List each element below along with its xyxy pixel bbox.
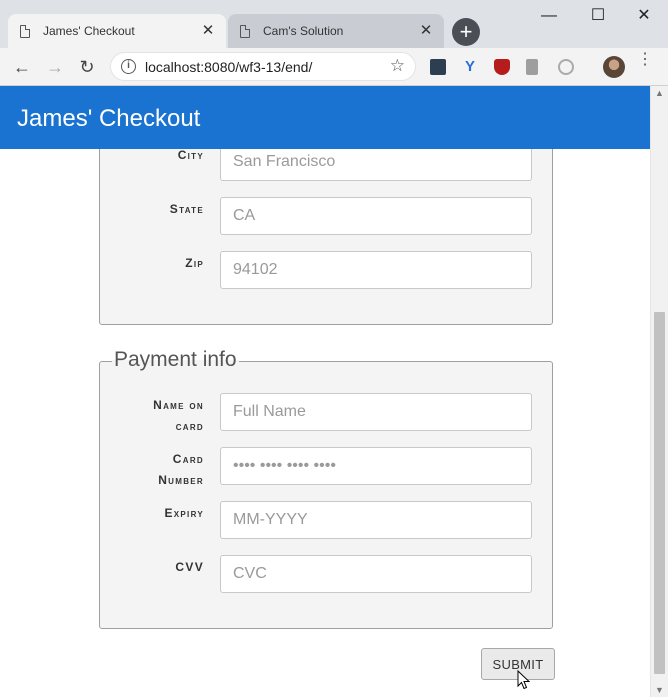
browser-menu-icon[interactable]: ⋮ bbox=[637, 52, 653, 68]
zip-label: Zip bbox=[185, 256, 204, 270]
vertical-scrollbar[interactable]: ▲ ▼ bbox=[650, 86, 668, 697]
reload-button[interactable]: ↻ bbox=[76, 56, 98, 78]
payment-legend: Payment info bbox=[112, 348, 239, 372]
bookmark-star-icon[interactable]: ☆ bbox=[390, 56, 405, 76]
tab-close-icon[interactable]: ✕ bbox=[200, 23, 216, 39]
scroll-up-arrow-icon[interactable]: ▲ bbox=[655, 88, 664, 98]
expiry-field[interactable] bbox=[220, 501, 532, 539]
card-number-label-line2: Number bbox=[158, 473, 204, 487]
address-bar[interactable]: i localhost:8080/wf3-13/end/ ☆ bbox=[110, 52, 416, 81]
ublock-icon[interactable] bbox=[494, 59, 510, 75]
state-label: State bbox=[169, 202, 204, 216]
app-header: James' Checkout bbox=[0, 86, 650, 149]
close-window-button[interactable]: ✕ bbox=[633, 6, 655, 26]
card-number-field[interactable] bbox=[220, 447, 532, 485]
new-tab-button[interactable]: + bbox=[452, 18, 480, 46]
expiry-label: Expiry bbox=[164, 506, 204, 520]
tab-close-icon[interactable]: ✕ bbox=[418, 23, 434, 39]
page-title: James' Checkout bbox=[17, 105, 201, 132]
tab-title: Cam's Solution bbox=[263, 24, 344, 38]
ext-circle-icon[interactable] bbox=[558, 59, 574, 75]
maximize-button[interactable]: ☐ bbox=[587, 6, 609, 26]
name-on-card-field[interactable] bbox=[220, 393, 532, 431]
name-on-card-label-line2: card bbox=[175, 419, 204, 433]
cvv-field[interactable] bbox=[220, 555, 532, 593]
state-field[interactable] bbox=[220, 197, 532, 235]
ext-dark-square-icon[interactable] bbox=[430, 59, 446, 75]
name-on-card-label: Name on card bbox=[100, 395, 204, 437]
ext-v-icon[interactable]: Y bbox=[462, 59, 478, 75]
document-icon bbox=[240, 24, 250, 38]
name-on-card-label-line1: Name on bbox=[153, 398, 204, 412]
zip-field[interactable] bbox=[220, 251, 532, 289]
browser-titlebar: James' Checkout ✕ Cam's Solution ✕ + — ☐… bbox=[0, 0, 668, 48]
card-number-label-line1: Card bbox=[172, 452, 204, 466]
info-icon[interactable]: i bbox=[121, 59, 136, 74]
document-icon bbox=[20, 24, 30, 38]
tab-james-checkout[interactable]: James' Checkout ✕ bbox=[8, 14, 226, 48]
cvv-label: CVV bbox=[175, 560, 204, 574]
minimize-button[interactable]: — bbox=[538, 6, 560, 26]
ext-bookmark-icon[interactable] bbox=[526, 59, 538, 75]
scroll-down-arrow-icon[interactable]: ▼ bbox=[655, 685, 664, 695]
forward-button[interactable]: → bbox=[44, 56, 66, 78]
page-viewport: James' Checkout City State Zip Payment i… bbox=[0, 86, 650, 697]
browser-toolbar: ← → ↻ i localhost:8080/wf3-13/end/ ☆ Y ⋮ bbox=[0, 48, 668, 86]
card-number-label: Card Number bbox=[100, 449, 204, 491]
tab-title: James' Checkout bbox=[43, 24, 135, 38]
back-button[interactable]: ← bbox=[11, 56, 33, 78]
url-text[interactable]: localhost:8080/wf3-13/end/ bbox=[145, 59, 312, 75]
profile-avatar[interactable] bbox=[603, 56, 625, 78]
scrollbar-thumb[interactable] bbox=[654, 312, 665, 674]
mouse-cursor-icon bbox=[517, 670, 531, 690]
tab-cams-solution[interactable]: Cam's Solution ✕ bbox=[228, 14, 444, 48]
